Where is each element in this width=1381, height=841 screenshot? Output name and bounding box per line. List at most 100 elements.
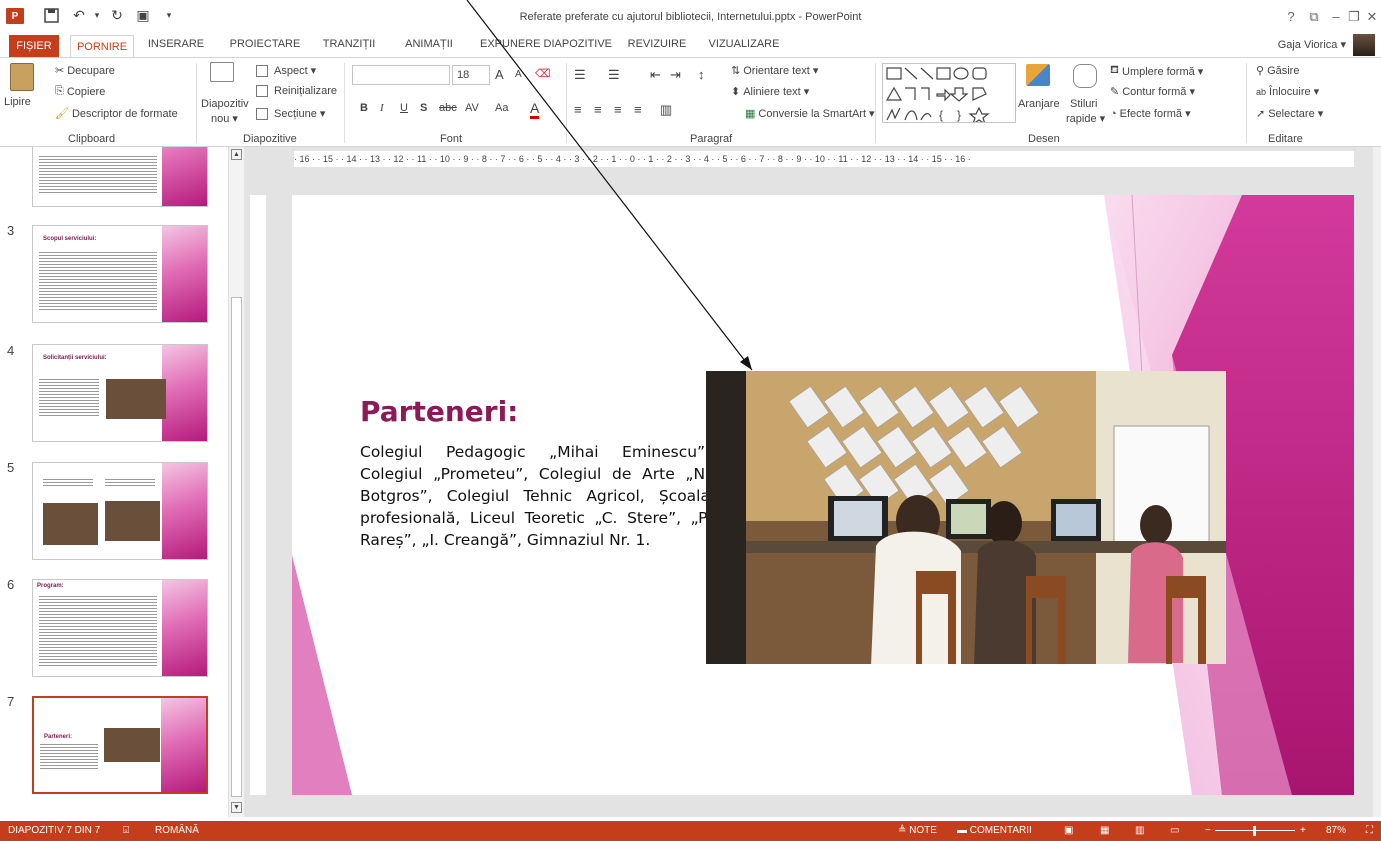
slide-thumbnail-3[interactable]: Scopul serviciului:	[32, 225, 208, 323]
notes-button[interactable]: ≜ NOTE	[898, 821, 937, 841]
new-slide-dropdown[interactable]: nou ▾	[211, 112, 238, 125]
shape-outline-button[interactable]: ✎ Contur formă ▾	[1110, 85, 1195, 98]
tab-file[interactable]: FIȘIER	[9, 35, 59, 57]
align-text-button[interactable]: ⬍ Aliniere text ▾	[731, 85, 809, 98]
align-center-icon[interactable]: ≡	[594, 102, 602, 117]
slide-thumbnail-4[interactable]: Solicitanții serviciului:	[32, 344, 208, 442]
clear-formatting-icon[interactable]: ⌫	[535, 67, 551, 80]
quick-styles-dropdown[interactable]: rapide ▾	[1066, 112, 1105, 125]
bullets-icon[interactable]: ☰	[574, 67, 586, 83]
reset-icon	[256, 85, 268, 97]
slide-thumbnail-5[interactable]	[32, 462, 208, 560]
tab-slide-show[interactable]: EXPUNERE DIAPOZITIVE	[476, 33, 616, 55]
zoom-out-icon[interactable]: −	[1205, 821, 1211, 841]
tab-insert[interactable]: INSERARE	[146, 33, 206, 55]
quick-styles-button[interactable]: Stiluri	[1070, 98, 1098, 110]
paste-icon[interactable]	[10, 63, 34, 91]
shape-fill-button[interactable]: ⛾ Umplere formă ▾	[1110, 64, 1203, 78]
font-name-combo[interactable]	[352, 65, 450, 85]
slide-sorter-icon[interactable]: ▦	[1100, 821, 1109, 841]
pen-icon: ✎	[1110, 86, 1120, 98]
help-button[interactable]: ?	[1283, 9, 1299, 24]
tab-design[interactable]: PROIECTARE	[226, 33, 304, 55]
slide-editor: · 16 · · 15 · · 14 · · 13 · · 12 · · 11 …	[244, 147, 1373, 817]
tab-view[interactable]: VIZUALIZARE	[704, 33, 784, 55]
justify-icon[interactable]: ≡	[634, 102, 642, 117]
text-direction-icon: ⇅	[731, 65, 741, 77]
reset-button[interactable]: Reinițializare	[256, 85, 337, 97]
tab-transitions[interactable]: TRANZIȚII	[314, 33, 384, 55]
reading-view-icon[interactable]: ▥	[1135, 821, 1144, 841]
strikethrough-button[interactable]: abc	[439, 102, 457, 114]
increase-indent-icon[interactable]: ⇥	[670, 67, 681, 83]
minimize-button[interactable]: –	[1328, 9, 1344, 24]
shrink-font-button[interactable]: A	[515, 69, 522, 80]
tab-home[interactable]: PORNIRE	[70, 35, 134, 58]
convert-smartart-button[interactable]: ▦ Conversie la SmartArt ▾	[745, 107, 875, 120]
close-button[interactable]: ✕	[1364, 9, 1380, 25]
zoom-slider-thumb[interactable]	[1253, 826, 1256, 836]
columns-icon[interactable]: ▥	[660, 102, 672, 118]
zoom-in-icon[interactable]: +	[1300, 821, 1306, 841]
replace-button[interactable]: ab Înlocuire ▾	[1256, 85, 1319, 98]
section-button[interactable]: Secțiune ▾	[256, 107, 325, 120]
cut-button[interactable]: ✂ Decupare	[55, 64, 115, 78]
font-size-combo[interactable]: 18	[452, 65, 490, 85]
new-slide-icon[interactable]	[210, 62, 234, 82]
numbering-icon[interactable]: ☰	[608, 67, 620, 83]
normal-view-icon[interactable]: ▣	[1064, 821, 1073, 841]
text-direction-button[interactable]: ⇅ Orientare text ▾	[731, 64, 818, 77]
spellcheck-icon[interactable]: ⌺	[123, 821, 129, 841]
shadow-button[interactable]: S	[420, 102, 427, 114]
quick-styles-icon[interactable]	[1073, 64, 1097, 88]
zoom-level[interactable]: 87%	[1326, 821, 1346, 841]
bold-button[interactable]: B	[360, 102, 368, 114]
select-button[interactable]: ➚ Selectare ▾	[1256, 107, 1323, 120]
decrease-indent-icon[interactable]: ⇤	[650, 67, 661, 83]
align-right-icon[interactable]: ≡	[614, 102, 622, 117]
slide-thumbnail-6[interactable]: Program:	[32, 579, 208, 677]
grow-font-button[interactable]: A	[495, 67, 504, 82]
slide-photo[interactable]	[706, 371, 1226, 664]
change-case-button[interactable]: Aa	[495, 102, 508, 114]
font-color-button[interactable]: A	[530, 100, 540, 119]
paste-button[interactable]: Lipire	[4, 96, 31, 108]
scroll-up-icon[interactable]: ▲	[231, 149, 242, 160]
tab-animations[interactable]: ANIMAȚII	[396, 33, 462, 55]
slideshow-view-icon[interactable]: ▭	[1170, 821, 1179, 841]
scroll-thumb[interactable]	[231, 297, 242, 797]
slide-body-text[interactable]: Colegiul Pedagogic „Mihai Eminescu”, Col…	[360, 441, 710, 551]
slide-thumbnail-2[interactable]	[32, 147, 208, 207]
shape-effects-button[interactable]: ◔ Efecte formă ▾	[1110, 107, 1191, 121]
ribbon: Lipire ✂ Decupare ⎘ Copiere 🖌 Descriptor de…	[0, 57, 1381, 147]
align-left-icon[interactable]: ≡	[574, 102, 582, 117]
editor-scrollbar[interactable]	[1373, 147, 1381, 817]
language-indicator[interactable]: ROMÂNĂ	[155, 821, 199, 841]
maximize-button[interactable]: ❐	[1346, 9, 1362, 25]
current-slide[interactable]: Parteneri: Colegiul Pedagogic „Mihai Emi…	[292, 195, 1354, 795]
user-name[interactable]: Gaja Viorica ▾	[1278, 38, 1346, 51]
arrange-button[interactable]: Aranjare	[1018, 98, 1060, 110]
ribbon-display-options-button[interactable]: ⧉	[1306, 9, 1322, 25]
copy-button[interactable]: ⎘ Copiere	[55, 85, 105, 98]
slide-title[interactable]: Parteneri:	[360, 395, 518, 428]
line-spacing-icon[interactable]: ↕	[698, 67, 705, 82]
scroll-down-icon[interactable]: ▼	[231, 802, 242, 813]
character-spacing-button[interactable]: AV	[465, 102, 479, 114]
italic-button[interactable]: I	[380, 102, 384, 114]
comments-button[interactable]: ▬ COMENTARII	[957, 821, 1032, 841]
slide-thumbnail-panel[interactable]: 3 Scopul serviciului: 4 Solicitanții ser…	[0, 147, 228, 817]
slide-thumbnail-7-selected[interactable]: Parteneri:	[32, 696, 208, 794]
fit-slide-icon[interactable]: ⛶	[1366, 821, 1373, 841]
avatar[interactable]	[1353, 34, 1375, 56]
format-painter-button[interactable]: 🖌 Descriptor de formate	[55, 107, 178, 121]
shapes-gallery[interactable]: {}	[882, 63, 1016, 126]
title-bar: P ↶ ▾ ↻ ▣ ▾ Referate preferate cu ajutor…	[0, 0, 1381, 30]
new-slide-button[interactable]: Diapozitiv	[201, 98, 249, 110]
find-button[interactable]: ⚲ Găsire	[1256, 64, 1299, 78]
layout-button[interactable]: Aspect ▾	[256, 64, 316, 77]
tab-review[interactable]: REVIZUIRE	[622, 33, 692, 55]
thumbnail-scrollbar[interactable]: ▲ ▼	[228, 147, 244, 817]
underline-button[interactable]: U	[400, 102, 408, 114]
arrange-icon[interactable]	[1026, 64, 1050, 86]
